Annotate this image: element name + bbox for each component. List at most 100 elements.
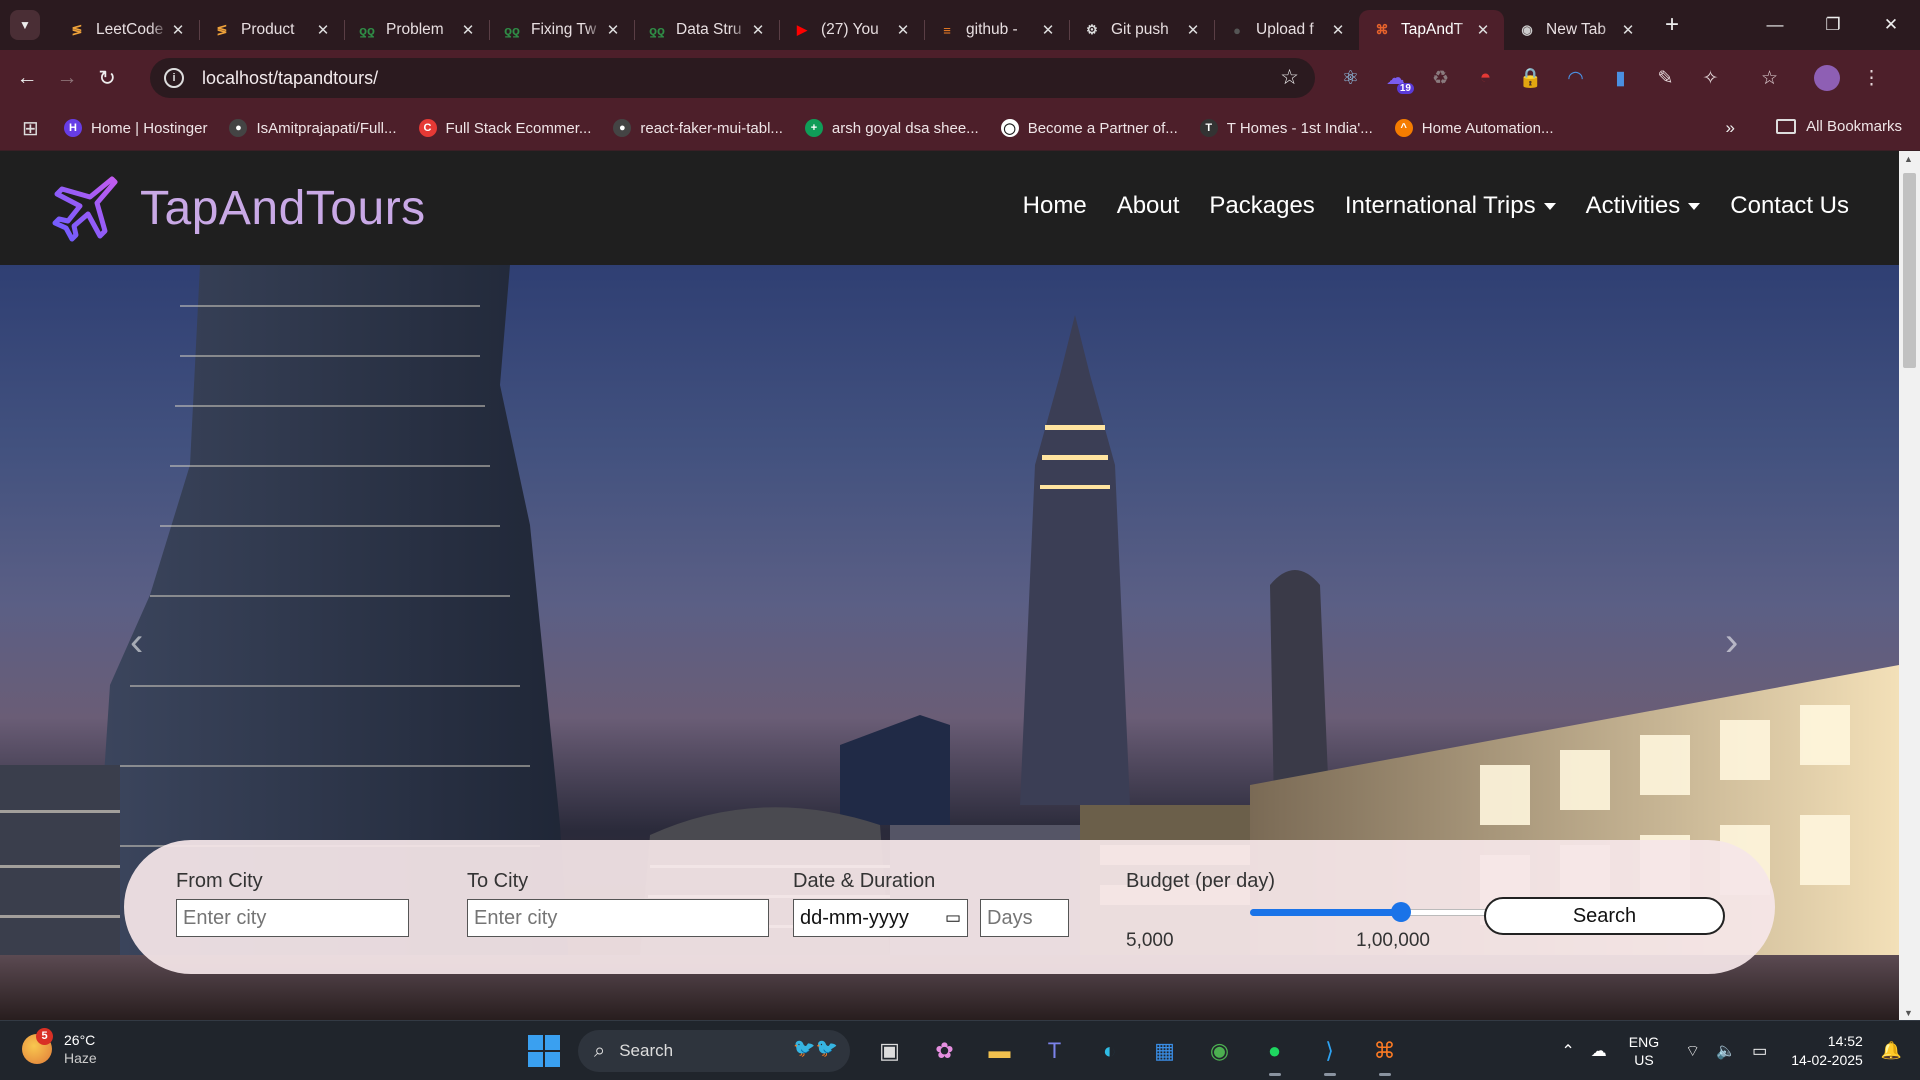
- copilot-icon[interactable]: ✿: [917, 1030, 972, 1072]
- tab-geeksforgeeks[interactable]: ƍƍ Data Stru ✕: [634, 10, 779, 50]
- days-input[interactable]: [980, 899, 1069, 937]
- taskbar-search[interactable]: ⌕ Search 🐦🐦: [578, 1030, 850, 1072]
- bookmark-item[interactable]: ^ Home Automation...: [1394, 119, 1553, 137]
- clock[interactable]: 14:52 14-02-2025: [1791, 1032, 1863, 1070]
- forward-button[interactable]: →: [47, 58, 87, 98]
- tab-github[interactable]: ● Upload f ✕: [1214, 10, 1359, 50]
- battery-icon[interactable]: ▭: [1752, 1041, 1767, 1061]
- start-button[interactable]: [528, 1035, 560, 1067]
- weather-widget[interactable]: 5 26°C Haze: [22, 1028, 97, 1067]
- tab-search-button[interactable]: ▼: [10, 10, 40, 40]
- bookmark-label: Full Stack Ecommer...: [445, 119, 592, 137]
- tab-youtube[interactable]: ▶ (27) You ✕: [779, 10, 924, 50]
- site-logo[interactable]: TapAndTours: [50, 173, 426, 243]
- apps-grid-icon[interactable]: ⊞: [22, 116, 44, 141]
- tab-openai[interactable]: ⚙ Git push ✕: [1069, 10, 1214, 50]
- bookmark-item[interactable]: H Home | Hostinger: [64, 119, 207, 137]
- menu-kebab-icon[interactable]: ⋮: [1849, 58, 1894, 98]
- notification-bell-icon[interactable]: 🔔: [1881, 1041, 1902, 1061]
- lock-extension-icon[interactable]: 🔒: [1508, 58, 1553, 98]
- bookmark-item[interactable]: ● react-faker-mui-tabl...: [613, 119, 783, 137]
- bookmark-item[interactable]: + arsh goyal dsa shee...: [804, 119, 979, 137]
- slider-handle[interactable]: [1391, 902, 1411, 922]
- tab-chrome[interactable]: ◉ New Tab ✕: [1504, 10, 1649, 50]
- close-tab-icon[interactable]: ✕: [1474, 21, 1492, 39]
- tab-leetcode[interactable]: ≶ Product ✕: [199, 10, 344, 50]
- spotify-icon[interactable]: ●: [1247, 1030, 1302, 1076]
- address-url[interactable]: localhost/tapandtours/: [202, 68, 378, 89]
- back-button[interactable]: ←: [7, 58, 47, 98]
- vscode-icon[interactable]: ⟩: [1302, 1030, 1357, 1076]
- nav-home[interactable]: Home: [1023, 192, 1087, 220]
- tab-leetcode[interactable]: ≶ LeetCode ✕: [54, 10, 199, 50]
- recycle-extension-icon[interactable]: ♻: [1418, 58, 1463, 98]
- close-tab-icon[interactable]: ✕: [1039, 21, 1057, 39]
- new-tab-button[interactable]: +: [1657, 10, 1687, 40]
- teams-icon[interactable]: T: [1027, 1030, 1082, 1072]
- minimize-button[interactable]: —: [1746, 0, 1804, 50]
- task-view-icon[interactable]: ▣: [862, 1030, 917, 1072]
- tab-stackoverflow[interactable]: ≡ github - ✕: [924, 10, 1069, 50]
- close-tab-icon[interactable]: ✕: [459, 21, 477, 39]
- close-tab-icon[interactable]: ✕: [169, 21, 187, 39]
- carousel-next-button[interactable]: ›: [1725, 620, 1738, 665]
- tab-tapandtours[interactable]: ⌘ TapAndT ✕: [1359, 10, 1504, 50]
- docs-extension-icon[interactable]: ▮: [1598, 58, 1643, 98]
- store-icon[interactable]: ▦: [1137, 1030, 1192, 1072]
- maximize-button[interactable]: ❐: [1804, 0, 1862, 50]
- from-city-input[interactable]: [176, 899, 409, 937]
- reload-button[interactable]: ↻: [87, 58, 127, 98]
- chrome-icon[interactable]: ◉: [1192, 1030, 1247, 1072]
- bookmark-item[interactable]: T T Homes - 1st India'...: [1199, 119, 1373, 137]
- react-devtools-icon[interactable]: ⚛: [1328, 58, 1373, 98]
- volume-icon[interactable]: 🔈: [1716, 1041, 1736, 1061]
- scroll-down-icon[interactable]: ▼: [1904, 1008, 1913, 1018]
- pokeball-extension-icon[interactable]: ◓: [1463, 58, 1508, 98]
- page-scrollbar[interactable]: ▲ ▼: [1899, 151, 1920, 1020]
- bookmark-item[interactable]: ● IsAmitprajapati/Full...: [229, 119, 397, 137]
- close-tab-icon[interactable]: ✕: [1184, 21, 1202, 39]
- site-info-icon[interactable]: i: [164, 68, 184, 88]
- puzzle-extensions-icon[interactable]: ✧: [1688, 58, 1733, 98]
- close-tab-icon[interactable]: ✕: [1329, 21, 1347, 39]
- to-city-input[interactable]: [467, 899, 769, 937]
- color-picker-icon[interactable]: ✎: [1643, 58, 1688, 98]
- tray-chevron-icon[interactable]: ⌃: [1561, 1041, 1574, 1061]
- extension-icon[interactable]: ☁ 19: [1373, 58, 1418, 98]
- close-tab-icon[interactable]: ✕: [749, 21, 767, 39]
- date-input[interactable]: dd-mm-yyyy ▭: [793, 899, 968, 937]
- gauge-extension-icon[interactable]: ◠: [1553, 58, 1598, 98]
- nav-about[interactable]: About: [1117, 192, 1180, 220]
- carousel-prev-button[interactable]: ‹: [130, 620, 143, 665]
- bookmarks-overflow-button[interactable]: »: [1726, 118, 1735, 138]
- scroll-up-icon[interactable]: ▲: [1904, 154, 1913, 164]
- nav-contact-us[interactable]: Contact Us: [1730, 192, 1849, 220]
- profile-avatar[interactable]: [1804, 58, 1849, 98]
- xampp-icon[interactable]: ⌘: [1357, 1030, 1412, 1076]
- nav-activities[interactable]: Activities: [1586, 192, 1701, 220]
- all-bookmarks-button[interactable]: All Bookmarks: [1776, 118, 1902, 135]
- close-tab-icon[interactable]: ✕: [1619, 21, 1637, 39]
- tab-geeksforgeeks[interactable]: ƍƍ Problem ✕: [344, 10, 489, 50]
- bookmark-item[interactable]: ◯ Become a Partner of...: [1000, 119, 1178, 137]
- onedrive-icon[interactable]: ☁: [1591, 1041, 1607, 1061]
- reading-list-icon[interactable]: ☆: [1747, 58, 1792, 98]
- close-tab-icon[interactable]: ✕: [314, 21, 332, 39]
- chevron-down-icon: ▼: [19, 18, 31, 32]
- edge-icon[interactable]: ◐: [1082, 1030, 1137, 1072]
- tab-geeksforgeeks[interactable]: ƍƍ Fixing Tw ✕: [489, 10, 634, 50]
- input-language[interactable]: ENG US: [1629, 1033, 1659, 1069]
- close-tab-icon[interactable]: ✕: [604, 21, 622, 39]
- close-window-button[interactable]: ✕: [1862, 0, 1920, 50]
- bookmark-item[interactable]: C Full Stack Ecommer...: [418, 119, 592, 137]
- bookmark-star-icon[interactable]: ☆: [1280, 65, 1299, 90]
- address-bar[interactable]: i localhost/tapandtours/ ☆: [150, 58, 1315, 98]
- search-button[interactable]: Search: [1484, 897, 1725, 935]
- scrollbar-thumb[interactable]: [1903, 173, 1916, 368]
- wifi-icon[interactable]: ⌔: [1685, 1041, 1700, 1061]
- nav-packages[interactable]: Packages: [1209, 192, 1314, 220]
- calendar-icon[interactable]: ▭: [945, 908, 961, 928]
- nav-international-trips[interactable]: International Trips: [1345, 192, 1556, 220]
- file-explorer-icon[interactable]: ▬: [972, 1030, 1027, 1072]
- close-tab-icon[interactable]: ✕: [894, 21, 912, 39]
